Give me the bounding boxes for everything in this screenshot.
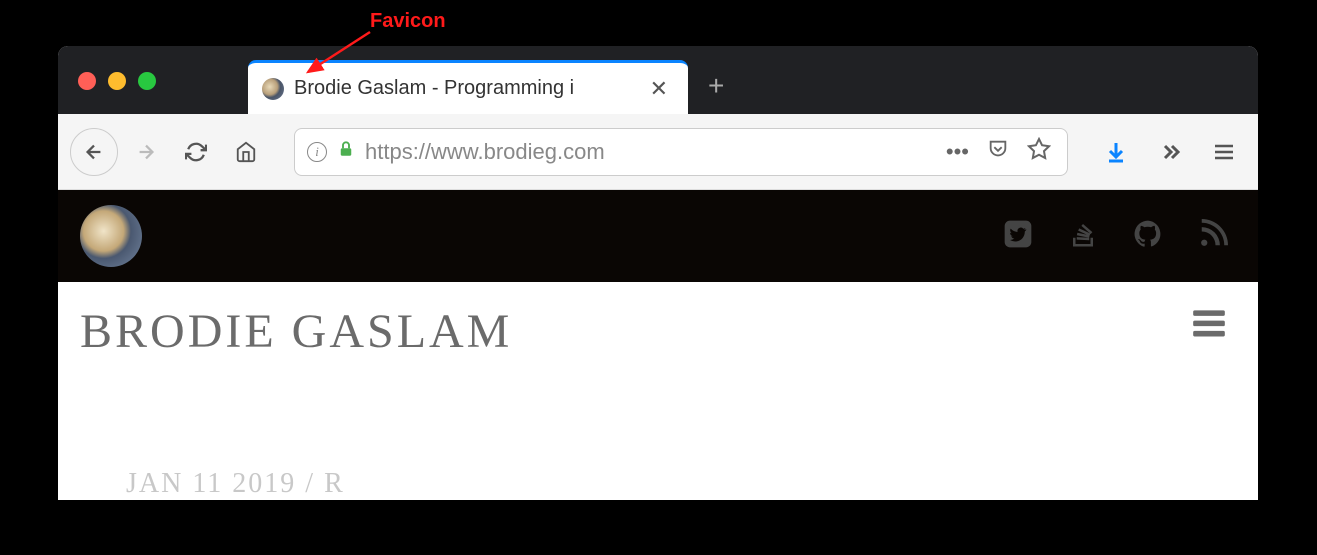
social-links bbox=[1002, 218, 1228, 255]
annotation-arrow bbox=[300, 30, 380, 90]
rss-icon[interactable] bbox=[1198, 219, 1228, 254]
page-title: BRODIE GASLAM bbox=[80, 304, 512, 359]
bookmark-star-icon[interactable] bbox=[1023, 137, 1055, 167]
back-button[interactable] bbox=[70, 128, 118, 176]
annotation-label: Favicon bbox=[370, 10, 446, 33]
github-icon[interactable] bbox=[1132, 218, 1164, 255]
page-menu-button[interactable] bbox=[1190, 304, 1228, 347]
app-menu-button[interactable] bbox=[1202, 130, 1246, 174]
favicon-icon bbox=[262, 78, 284, 100]
url-text: https://www.brodieg.com bbox=[365, 139, 932, 165]
stackoverflow-icon[interactable] bbox=[1068, 219, 1098, 254]
address-bar[interactable]: i https://www.brodieg.com ••• bbox=[294, 128, 1068, 176]
twitter-icon[interactable] bbox=[1002, 218, 1034, 255]
post-meta: JAN 11 2019 / R bbox=[126, 468, 345, 500]
close-tab-button[interactable]: ✕ bbox=[644, 74, 674, 104]
page-body: BRODIE GASLAM bbox=[58, 282, 1258, 359]
tab-strip: Brodie Gaslam - Programming i ✕ + bbox=[58, 46, 1258, 114]
site-header bbox=[58, 190, 1258, 282]
site-logo[interactable] bbox=[80, 205, 142, 267]
site-info-icon[interactable]: i bbox=[307, 142, 327, 162]
maximize-window-button[interactable] bbox=[138, 72, 156, 90]
minimize-window-button[interactable] bbox=[108, 72, 126, 90]
home-button[interactable] bbox=[224, 130, 268, 174]
reload-button[interactable] bbox=[174, 130, 218, 174]
downloads-button[interactable] bbox=[1094, 130, 1138, 174]
new-tab-button[interactable]: + bbox=[708, 70, 724, 102]
browser-window: Brodie Gaslam - Programming i ✕ + i http… bbox=[58, 46, 1258, 500]
window-controls bbox=[78, 72, 156, 90]
forward-button[interactable] bbox=[124, 130, 168, 174]
close-window-button[interactable] bbox=[78, 72, 96, 90]
browser-toolbar: i https://www.brodieg.com ••• bbox=[58, 114, 1258, 190]
lock-icon[interactable] bbox=[337, 140, 355, 164]
pocket-icon[interactable] bbox=[983, 138, 1013, 166]
page-actions-icon[interactable]: ••• bbox=[942, 139, 973, 165]
overflow-button[interactable] bbox=[1148, 130, 1192, 174]
